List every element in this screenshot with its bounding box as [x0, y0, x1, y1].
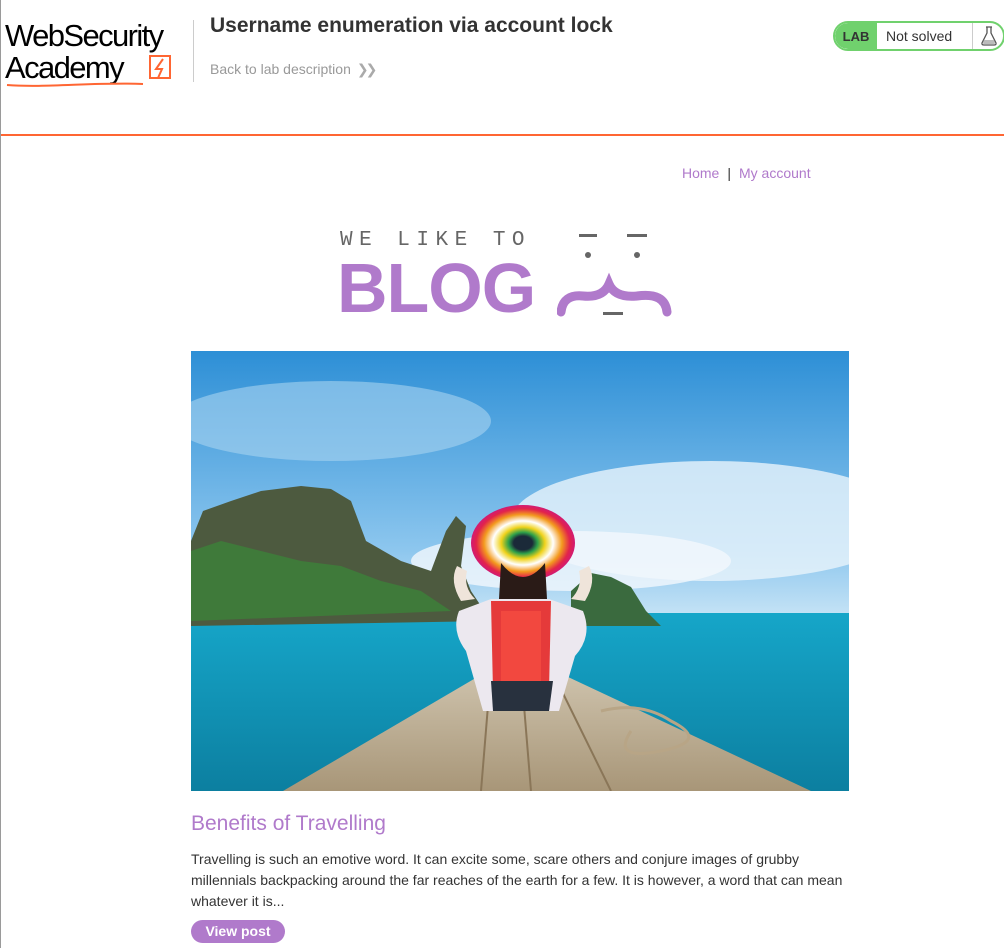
lab-status-divider	[972, 23, 973, 49]
lab-badge: LAB	[835, 23, 877, 49]
post-title-link[interactable]: Benefits of Travelling	[191, 812, 386, 836]
lab-status-widget: LAB Not solved	[833, 21, 1004, 51]
nav-home-link[interactable]: Home	[682, 165, 719, 181]
web-security-academy-logo[interactable]: WebSecurity Academy	[5, 20, 193, 88]
academy-header: WebSecurity Academy Username enumeration…	[1, 0, 1004, 136]
lab-status-text: Not solved	[886, 28, 953, 44]
blog-banner: WE LIKE TO BLOG	[337, 228, 673, 326]
post-image[interactable]	[191, 351, 849, 791]
back-to-lab-description-link[interactable]: Back to lab description ❯❯	[210, 61, 378, 78]
logo-lightning-icon	[149, 55, 171, 79]
post-excerpt: Travelling is such an emotive word. It c…	[191, 851, 843, 909]
view-post-button[interactable]: View post	[191, 920, 285, 943]
flask-icon	[981, 26, 997, 46]
lab-title: Username enumeration via account lock	[210, 14, 613, 37]
double-chevron-right-icon: ❯❯	[356, 61, 378, 77]
blog-face-icon	[557, 234, 672, 317]
nav-my-account-link[interactable]: My account	[739, 165, 811, 181]
header-divider	[193, 20, 194, 82]
logo-text-line1: WebSecurity	[5, 18, 164, 53]
logo-underline-graphic	[6, 82, 144, 87]
banner-blog-word: BLOG	[337, 249, 536, 327]
nav-separator: |	[727, 165, 731, 181]
back-link-label: Back to lab description	[210, 61, 351, 77]
top-navigation: Home | My account	[682, 165, 811, 181]
